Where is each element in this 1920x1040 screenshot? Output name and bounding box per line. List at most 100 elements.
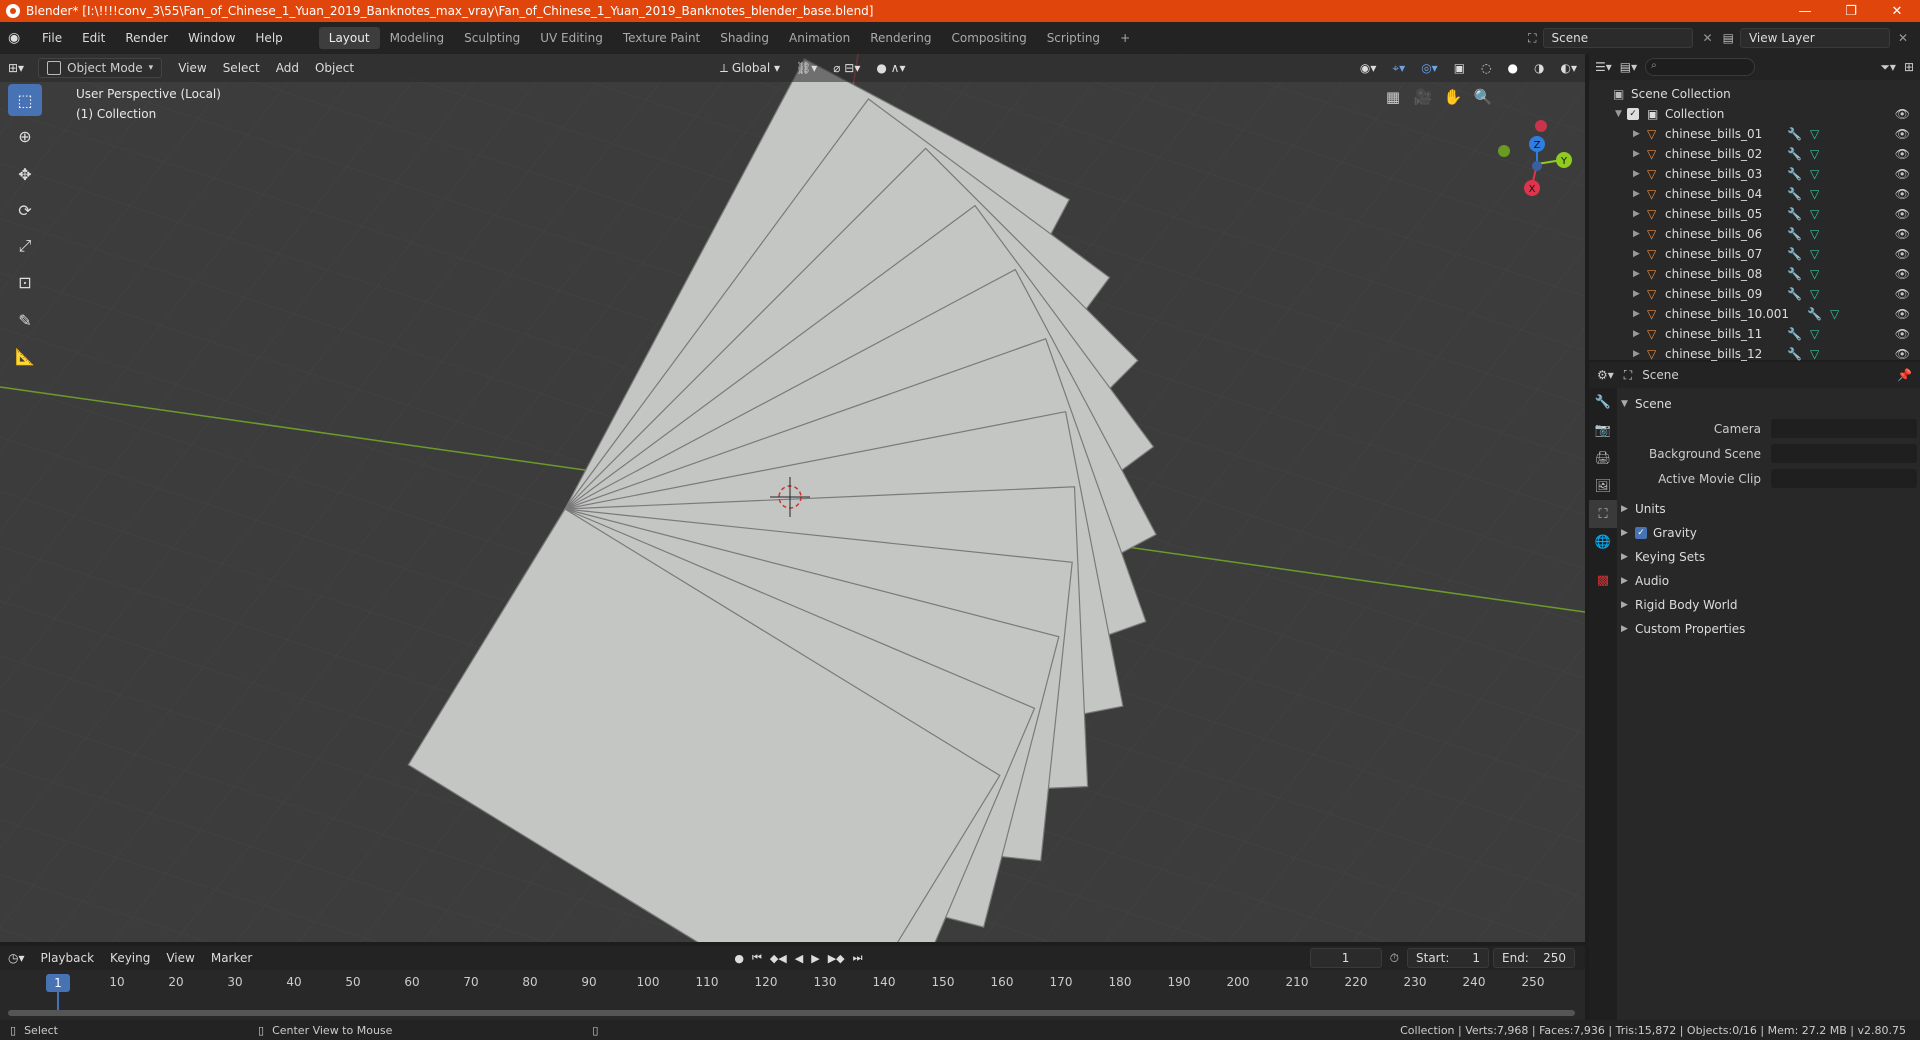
menu-render[interactable]: Render <box>115 31 178 45</box>
background-scene-field[interactable] <box>1771 444 1917 463</box>
measure-tool-icon[interactable]: 📐 <box>8 340 42 372</box>
mesh-data-icon[interactable]: ▽ <box>1810 207 1819 221</box>
tab-shading[interactable]: Shading <box>710 27 779 49</box>
menu-help[interactable]: Help <box>245 31 292 45</box>
tab-animation[interactable]: Animation <box>779 27 860 49</box>
navigation-gizmo[interactable]: Z Y X <box>1480 84 1580 224</box>
gizmo-toggle-icon[interactable]: ⌖▾ <box>1384 59 1413 78</box>
pin-icon[interactable]: 📌 <box>1897 368 1912 382</box>
properties-editor-type-icon[interactable]: ⚙▾ <box>1597 368 1614 382</box>
timeline-editor-type-icon[interactable]: ◷▾ <box>0 951 33 965</box>
transform-orientation[interactable]: ⟂ Global ▾ <box>712 59 788 78</box>
render-tab-icon[interactable]: 📷 <box>1589 416 1617 444</box>
timeline-menu-playback[interactable]: Playback <box>33 951 103 965</box>
scene-tab-icon[interactable]: ⛶ <box>1589 500 1617 528</box>
play-reverse-icon[interactable]: ◀ <box>791 952 807 965</box>
collapse-arrow-icon[interactable]: ▼ <box>1615 109 1627 119</box>
visibility-eye-icon[interactable]: 👁 <box>1895 167 1910 181</box>
transform-tool-icon[interactable]: ⊡ <box>8 266 42 298</box>
close-scene-icon[interactable]: ✕ <box>1703 31 1713 45</box>
shading-wireframe-icon[interactable]: ◌ <box>1473 59 1499 77</box>
visibility-icon[interactable]: ◉▾ <box>1352 59 1385 77</box>
timeline-scrollbar[interactable] <box>8 1010 1575 1016</box>
mesh-data-icon[interactable]: ▽ <box>1810 127 1819 141</box>
viewport-menu-select[interactable]: Select <box>215 59 268 77</box>
expand-arrow-icon[interactable]: ▶ <box>1633 249 1645 259</box>
mesh-data-icon[interactable]: ▽ <box>1830 307 1839 321</box>
mesh-data-icon[interactable]: ▽ <box>1810 147 1819 161</box>
cursor-tool-icon[interactable]: ⊕ <box>8 120 42 152</box>
expand-arrow-icon[interactable]: ▶ <box>1633 269 1645 279</box>
next-keyframe-icon[interactable]: ▶◆ <box>824 952 849 965</box>
playhead-frame[interactable]: 1 <box>46 974 70 992</box>
mesh-data-icon[interactable]: ▽ <box>1810 167 1819 181</box>
frame-ruler[interactable]: 10 20 30 40 50 60 70 80 90 100 110 120 130 140 150 160 1… <box>0 972 1585 994</box>
gravity-checkbox[interactable]: ✓ <box>1635 527 1647 539</box>
world-tab-icon[interactable]: 🌐 <box>1589 528 1617 556</box>
viewport-menu-view[interactable]: View <box>170 59 214 77</box>
record-icon[interactable]: ● <box>730 952 748 965</box>
expand-arrow-icon[interactable]: ▶ <box>1633 349 1645 359</box>
modifier-wrench-icon[interactable]: 🔧 <box>1787 147 1802 161</box>
units-section[interactable]: ▶ Units <box>1621 497 1917 521</box>
outliner-object-row[interactable]: ▶ ▽ chinese_bills_09 🔧 ▽ 👁 <box>1589 284 1920 304</box>
tab-sculpting[interactable]: Sculpting <box>454 27 530 49</box>
proportional-edit-icon[interactable]: ● ∧▾ <box>868 59 913 77</box>
mesh-data-icon[interactable]: ▽ <box>1810 327 1819 341</box>
add-workspace-icon[interactable]: + <box>1110 27 1140 49</box>
shading-solid-icon[interactable]: ● <box>1500 59 1526 77</box>
visibility-eye-icon[interactable]: 👁 <box>1895 247 1910 261</box>
scene-selector[interactable]: Scene <box>1542 28 1693 48</box>
tab-texture-paint[interactable]: Texture Paint <box>613 27 710 49</box>
viewport-menu-add[interactable]: Add <box>268 59 307 77</box>
expand-arrow-icon[interactable]: ▶ <box>1633 209 1645 219</box>
tab-scripting[interactable]: Scripting <box>1037 27 1110 49</box>
outliner-collection[interactable]: ▼ ✓ ▣ Collection 👁 <box>1589 104 1920 124</box>
visibility-eye-icon[interactable]: 👁 <box>1895 327 1910 341</box>
gizmo-neg-y-dot[interactable] <box>1498 145 1510 157</box>
visibility-eye-icon[interactable]: 👁 <box>1895 267 1910 281</box>
keying-sets-section[interactable]: ▶ Keying Sets <box>1621 545 1917 569</box>
modifier-wrench-icon[interactable]: 🔧 <box>1787 187 1802 201</box>
outliner-object-row[interactable]: ▶ ▽ chinese_bills_03 🔧 ▽ 👁 <box>1589 164 1920 184</box>
modifier-wrench-icon[interactable]: 🔧 <box>1787 287 1802 301</box>
select-box-tool-icon[interactable]: ⬚ <box>8 84 42 116</box>
modifier-wrench-icon[interactable]: 🔧 <box>1787 167 1802 181</box>
expand-arrow-icon[interactable]: ▶ <box>1633 169 1645 179</box>
menu-file[interactable]: File <box>32 31 72 45</box>
pivot-icon[interactable]: ⛓▾ <box>788 59 825 77</box>
visibility-eye-icon[interactable]: 👁 <box>1895 147 1910 161</box>
modifier-wrench-icon[interactable]: 🔧 <box>1787 327 1802 341</box>
outliner-editor-type-icon[interactable]: ☰▾ <box>1595 60 1612 74</box>
expand-arrow-icon[interactable]: ▶ <box>1633 309 1645 319</box>
visibility-eye-icon[interactable]: 👁 <box>1895 347 1910 361</box>
start-frame-field[interactable]: Start: 1 <box>1407 948 1489 968</box>
viewport-menu-object[interactable]: Object <box>307 59 362 77</box>
outliner-object-row[interactable]: ▶ ▽ chinese_bills_01 🔧 ▽ 👁 <box>1589 124 1920 144</box>
jump-start-icon[interactable]: ⏮ <box>748 951 766 965</box>
outliner-object-row[interactable]: ▶ ▽ chinese_bills_02 🔧 ▽ 👁 <box>1589 144 1920 164</box>
outliner-object-row[interactable]: ▶ ▽ chinese_bills_06 🔧 ▽ 👁 <box>1589 224 1920 244</box>
mesh-data-icon[interactable]: ▽ <box>1810 287 1819 301</box>
prev-keyframe-icon[interactable]: ◆◀ <box>766 952 791 965</box>
gizmo-neg-z-dot[interactable] <box>1532 161 1542 171</box>
new-collection-icon[interactable]: ⊞ <box>1904 60 1914 74</box>
overlay-toggle-icon[interactable]: ◎▾ <box>1413 59 1446 77</box>
tab-compositing[interactable]: Compositing <box>941 27 1036 49</box>
mesh-data-icon[interactable]: ▽ <box>1810 267 1819 281</box>
rotate-tool-icon[interactable]: ⟳ <box>8 194 42 226</box>
shading-material-icon[interactable]: ◑ <box>1526 59 1552 77</box>
tab-rendering[interactable]: Rendering <box>860 27 941 49</box>
custom-properties-section[interactable]: ▶ Custom Properties <box>1621 617 1917 641</box>
mesh-data-icon[interactable]: ▽ <box>1810 187 1819 201</box>
output-tab-icon[interactable]: 🖨 <box>1589 444 1617 472</box>
pan-view-icon[interactable]: ✋ <box>1440 84 1466 110</box>
view-layer-tab-icon[interactable]: 🖼 <box>1589 472 1617 500</box>
timeline-menu-view[interactable]: View <box>158 951 202 965</box>
view-layer-selector[interactable]: View Layer <box>1739 28 1890 48</box>
outliner-object-row[interactable]: ▶ ▽ chinese_bills_05 🔧 ▽ 👁 <box>1589 204 1920 224</box>
outliner-object-row[interactable]: ▶ ▽ chinese_bills_04 🔧 ▽ 👁 <box>1589 184 1920 204</box>
camera-field[interactable] <box>1771 419 1917 438</box>
visibility-eye-icon[interactable]: 👁 <box>1895 207 1910 221</box>
expand-arrow-icon[interactable]: ▶ <box>1633 289 1645 299</box>
